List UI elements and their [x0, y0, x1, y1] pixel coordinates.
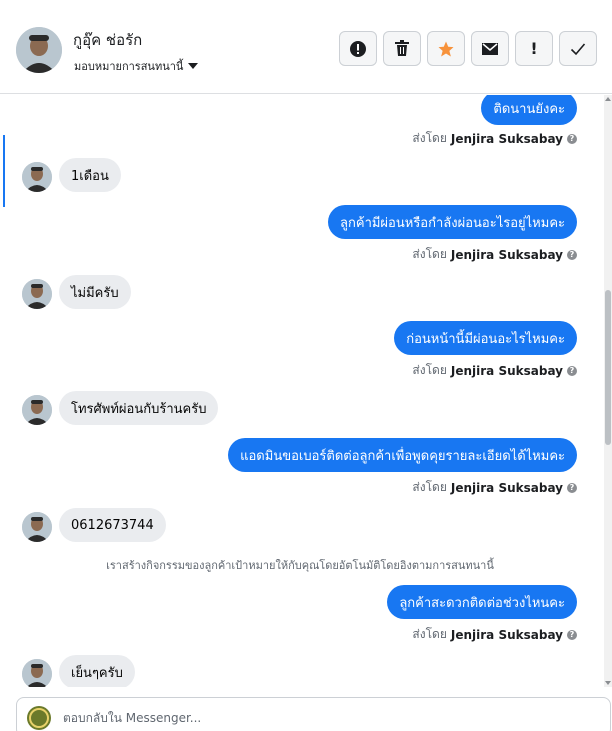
sender-name: Jenjira Suksabay: [450, 363, 563, 378]
contact-avatar-small: [22, 512, 52, 542]
scrollbar[interactable]: [604, 95, 612, 687]
contact-name[interactable]: กูอุ๊ค ช่อรัก: [73, 28, 142, 52]
scroll-down-arrow-icon[interactable]: [605, 681, 611, 685]
sent-by-line: ส่งโดย Jenjira Suksabay ?: [412, 625, 577, 644]
help-icon[interactable]: ?: [567, 133, 577, 144]
page-avatar: [27, 706, 51, 730]
check-icon: [570, 42, 586, 55]
star-button[interactable]: [427, 31, 465, 66]
mark-unread-button[interactable]: [471, 31, 509, 66]
help-icon[interactable]: ?: [567, 365, 577, 376]
scrollbar-thumb[interactable]: [605, 290, 611, 445]
message-outgoing[interactable]: ลูกค้ามีผ่อนหรือกำลังผ่อนอะไรอยู่ไหมคะ: [328, 205, 577, 239]
done-button[interactable]: [559, 31, 597, 66]
trash-icon: [395, 40, 409, 56]
message-text: ลูกค้ามีผ่อนหรือกำลังผ่อนอะไรอยู่ไหมคะ: [340, 215, 565, 231]
sent-by-line: ส่งโดย Jenjira Suksabay ?: [412, 478, 577, 497]
exclamation-circle-icon: [350, 40, 366, 57]
message-text: 0612673744: [71, 517, 154, 533]
message-text: เย็นๆครับ: [71, 665, 123, 681]
help-icon[interactable]: ?: [567, 629, 577, 640]
message-text: 1เดือน: [71, 168, 109, 184]
conversation-toolbar: !: [339, 31, 597, 66]
contact-avatar-small: [22, 659, 52, 687]
help-icon[interactable]: ?: [567, 482, 577, 493]
message-incoming[interactable]: ไม่มีครับ: [59, 275, 131, 309]
scroll-up-arrow-icon[interactable]: [605, 97, 611, 101]
message-outgoing[interactable]: ก่อนหน้านี้มีผ่อนอะไรไหมคะ: [394, 321, 577, 355]
sent-by-line: ส่งโดย Jenjira Suksabay ?: [412, 129, 577, 148]
contact-avatar-small: [22, 279, 52, 309]
message-text: โทรศัพท์ผ่อนกับร้านครับ: [71, 401, 207, 417]
sent-by-line: ส่งโดย Jenjira Suksabay ?: [412, 361, 577, 380]
sent-by-prefix: ส่งโดย: [412, 480, 447, 494]
sent-by-prefix: ส่งโดย: [412, 363, 447, 377]
system-note: เราสร้างกิจกรรมของลูกค้าเป้าหมายให้กับคุ…: [106, 559, 494, 572]
contact-avatar-small: [22, 395, 52, 425]
exclamation-icon: !: [530, 39, 538, 58]
reply-input[interactable]: [63, 711, 583, 725]
sent-by-prefix: ส่งโดย: [412, 247, 447, 261]
message-thread[interactable]: ติดนานยังคะ ส่งโดย Jenjira Suksabay ? 1เ…: [0, 95, 612, 687]
message-text: แอดมินขอเบอร์ติดต่อลูกค้าเพื่อพูดคุยรายล…: [240, 448, 565, 464]
assign-label: มอบหมายการสนทนานี้: [74, 60, 184, 73]
message-text: ลูกค้าสะดวกติดต่อช่วงไหนคะ: [399, 595, 565, 611]
chevron-down-icon: [188, 63, 199, 69]
report-button[interactable]: [339, 31, 377, 66]
message-outgoing[interactable]: แอดมินขอเบอร์ติดต่อลูกค้าเพื่อพูดคุยรายล…: [228, 438, 577, 472]
sent-by-line: ส่งโดย Jenjira Suksabay ?: [412, 245, 577, 264]
message-outgoing[interactable]: ลูกค้าสะดวกติดต่อช่วงไหนคะ: [387, 585, 577, 619]
message-incoming[interactable]: เย็นๆครับ: [59, 655, 135, 687]
message-text: ติดนานยังคะ: [493, 101, 565, 117]
message-incoming[interactable]: 0612673744: [59, 508, 166, 542]
sent-by-prefix: ส่งโดย: [412, 131, 447, 145]
message-text: ก่อนหน้านี้มีผ่อนอะไรไหมคะ: [406, 331, 565, 347]
sender-name: Jenjira Suksabay: [450, 480, 563, 495]
sender-name: Jenjira Suksabay: [450, 627, 563, 642]
sender-name: Jenjira Suksabay: [450, 131, 563, 146]
flag-button[interactable]: !: [515, 31, 553, 66]
sender-name: Jenjira Suksabay: [450, 247, 563, 262]
assign-conversation-dropdown[interactable]: มอบหมายการสนทนานี้: [74, 57, 199, 75]
conversation-header: กูอุ๊ค ช่อรัก มอบหมายการสนทนานี้ !: [0, 0, 612, 94]
contact-avatar[interactable]: [16, 27, 62, 73]
active-indicator: [3, 135, 5, 207]
message-outgoing[interactable]: ติดนานยังคะ: [481, 95, 577, 125]
message-text: ไม่มีครับ: [71, 285, 119, 301]
sent-by-prefix: ส่งโดย: [412, 627, 447, 641]
contact-avatar-small: [22, 162, 52, 192]
reply-composer[interactable]: [16, 697, 611, 731]
star-icon: [438, 41, 454, 56]
delete-button[interactable]: [383, 31, 421, 66]
help-icon[interactable]: ?: [567, 249, 577, 260]
message-incoming[interactable]: โทรศัพท์ผ่อนกับร้านครับ: [59, 391, 219, 425]
message-incoming[interactable]: 1เดือน: [59, 158, 121, 192]
envelope-icon: [482, 42, 498, 55]
